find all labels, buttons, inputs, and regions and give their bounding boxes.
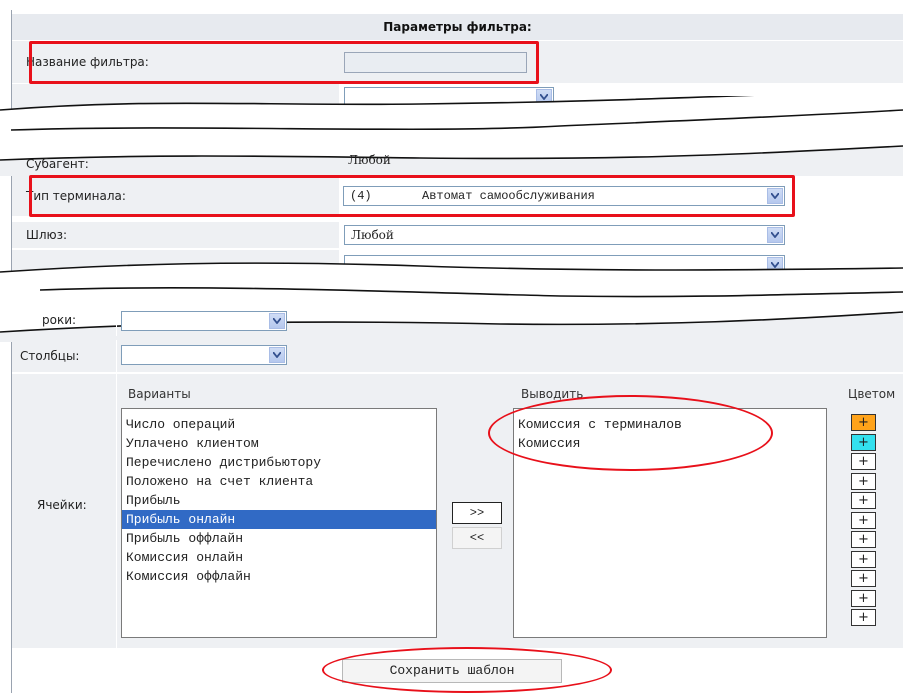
color-pick-button[interactable]: + bbox=[851, 570, 876, 587]
columns-label: Столбцы: bbox=[20, 349, 80, 363]
filter-name-label: Название фильтра: bbox=[26, 55, 149, 69]
list-item[interactable]: Прибыль bbox=[122, 491, 436, 510]
color-pick-button[interactable]: + bbox=[851, 609, 876, 626]
move-left-button[interactable]: << bbox=[452, 527, 502, 549]
color-pick-button[interactable]: + bbox=[851, 414, 876, 431]
output-header: Выводить bbox=[521, 387, 584, 401]
filter-name-input[interactable] bbox=[344, 52, 527, 73]
color-header: Цветом bbox=[848, 387, 896, 401]
color-pick-button[interactable]: + bbox=[851, 531, 876, 548]
chevron-down-icon bbox=[269, 347, 285, 363]
torn-edge-2 bbox=[0, 138, 903, 158]
move-right-button[interactable]: >> bbox=[452, 502, 502, 524]
save-template-button[interactable]: Сохранить шаблон bbox=[342, 659, 562, 683]
list-item[interactable]: Комиссия оффлайн bbox=[122, 567, 436, 586]
list-item[interactable]: Положено на счет клиента bbox=[122, 472, 436, 491]
rows-label: роки: bbox=[42, 313, 77, 327]
filter-params-header: Параметры фильтра: bbox=[12, 14, 903, 41]
chevron-down-icon bbox=[269, 313, 285, 329]
list-item[interactable]: Уплачено клиентом bbox=[122, 434, 436, 453]
terminal-type-select[interactable]: (4) Автомат самообслуживания bbox=[343, 186, 785, 206]
variants-listbox[interactable]: Число операций Уплачено клиентом Перечис… bbox=[121, 408, 437, 638]
list-item[interactable]: Комиссия онлайн bbox=[122, 548, 436, 567]
terminal-type-value: (4) Автомат самообслуживания bbox=[350, 189, 595, 203]
color-pick-button[interactable]: + bbox=[851, 511, 876, 529]
color-pick-button[interactable]: + bbox=[851, 472, 876, 490]
list-item[interactable]: Перечислено дистрибьютору bbox=[122, 453, 436, 472]
variants-header: Варианты bbox=[128, 387, 191, 401]
gateway-label: Шлюз: bbox=[26, 228, 68, 242]
list-item[interactable]: Комиссия bbox=[514, 434, 826, 453]
columns-divider bbox=[116, 340, 117, 372]
rows-divider bbox=[116, 310, 117, 336]
chevron-down-icon bbox=[767, 227, 783, 243]
gateway-select[interactable]: Любой bbox=[344, 225, 785, 245]
list-item[interactable]: Число операций bbox=[122, 415, 436, 434]
output-listbox[interactable]: Комиссия с терминалов Комиссия bbox=[513, 408, 827, 638]
list-item[interactable]: Прибыль оффлайн bbox=[122, 529, 436, 548]
color-pick-button[interactable]: + bbox=[851, 589, 876, 607]
cells-label: Ячейки: bbox=[37, 498, 87, 512]
color-pick-button[interactable]: + bbox=[851, 550, 876, 568]
columns-select[interactable] bbox=[121, 345, 287, 365]
terminal-type-label: Тип терминала: bbox=[26, 189, 126, 203]
chevron-down-icon bbox=[767, 188, 783, 204]
color-pick-button[interactable]: + bbox=[851, 453, 876, 470]
gateway-value: Любой bbox=[351, 228, 394, 242]
color-pick-button[interactable]: + bbox=[851, 492, 876, 509]
list-item[interactable]: Комиссия с терминалов bbox=[514, 415, 826, 434]
list-item-selected[interactable]: Прибыль онлайн bbox=[122, 510, 436, 529]
rows-select[interactable] bbox=[121, 311, 287, 331]
color-pick-button[interactable]: + bbox=[851, 433, 876, 451]
